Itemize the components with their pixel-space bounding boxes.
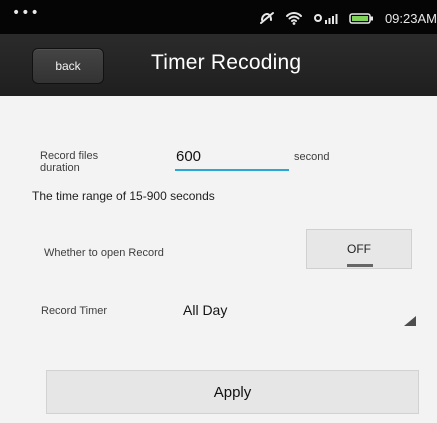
status-bar: ••• 09:23AM [0, 0, 437, 34]
open-record-toggle-indicator [347, 264, 373, 267]
record-timer-select[interactable]: All Day [183, 302, 227, 318]
open-record-toggle-button[interactable]: OFF [306, 229, 412, 269]
record-timer-label: Record Timer [41, 305, 108, 317]
back-button-label: back [55, 59, 81, 73]
record-duration-underline [175, 169, 289, 171]
back-button[interactable]: back [32, 48, 104, 84]
muted-notifications-icon [259, 10, 275, 26]
record-duration-input[interactable] [175, 145, 290, 167]
dropdown-arrow-icon[interactable] [404, 316, 416, 326]
record-duration-label: Record files duration [40, 150, 99, 174]
battery-icon [349, 10, 375, 26]
status-time: 09:23AM [384, 10, 437, 26]
wifi-icon [285, 10, 303, 26]
page-title: Timer Recoding [151, 51, 302, 74]
cellular-signal-icon [313, 10, 339, 26]
title-bar: back Timer Recoding [0, 34, 437, 96]
apply-button-label: Apply [213, 383, 252, 401]
open-record-label: Whether to open Record [44, 247, 164, 259]
apply-button[interactable]: Apply [46, 370, 419, 414]
duration-unit-label: second [294, 151, 330, 163]
duration-range-note: The time range of 15-900 seconds [32, 189, 215, 203]
open-record-toggle-label: OFF [347, 242, 371, 256]
status-menu-dots: ••• [12, 5, 40, 21]
status-icons: 09:23AM [259, 6, 437, 30]
timer-recording-form: Record files duration second The time ra… [0, 96, 437, 423]
